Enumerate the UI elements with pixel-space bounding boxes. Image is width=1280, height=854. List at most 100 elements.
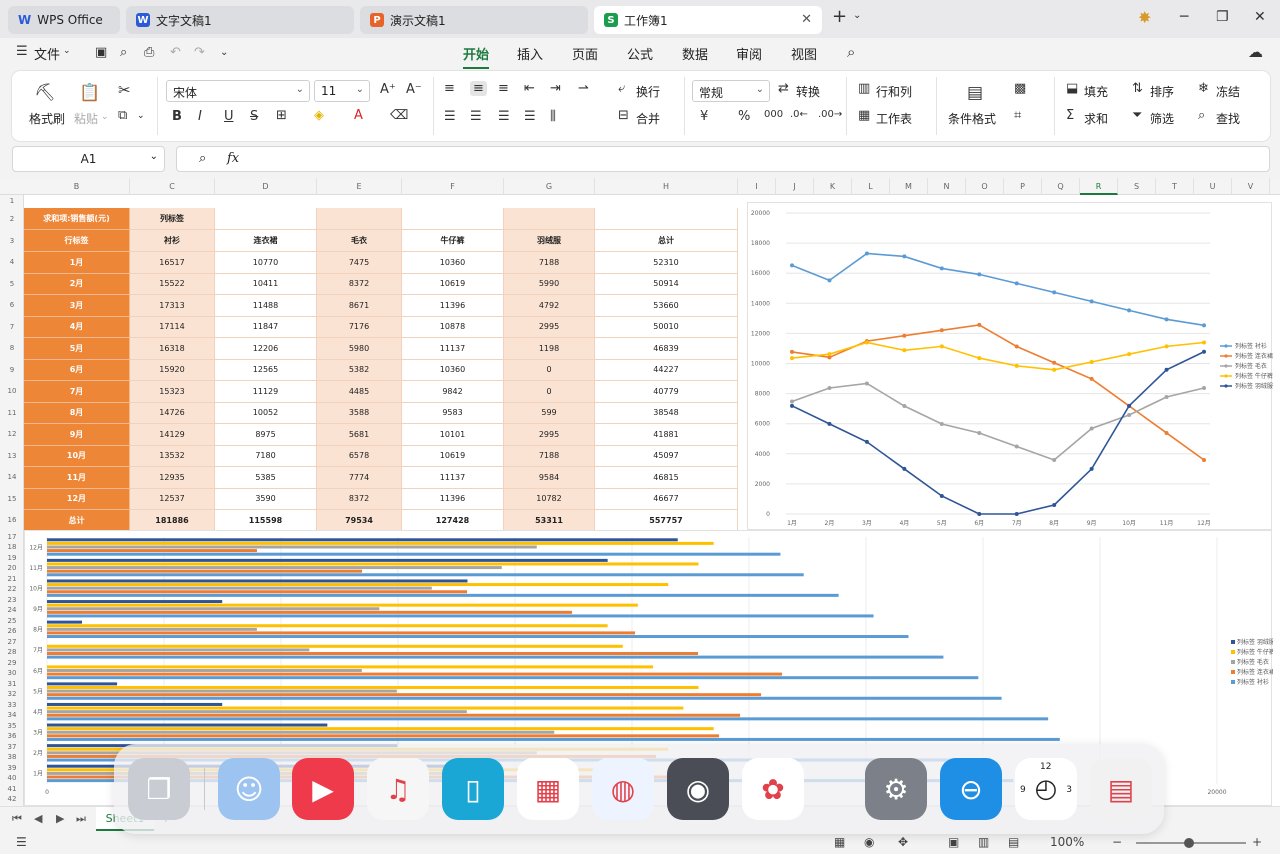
pivot-value-cell[interactable]: 3588 [317,402,402,424]
merge-cells-button[interactable]: 合并 [636,110,660,127]
first-sheet-icon[interactable]: ⏮ [12,812,22,826]
series-line[interactable] [791,382,1205,461]
pivot-row-header[interactable]: 9月 [24,424,130,446]
column-header-v[interactable]: V [1232,178,1270,195]
pivot-value-cell[interactable]: 12206 [215,338,317,360]
row-header[interactable]: 36 [0,731,24,742]
font-name-select[interactable]: 宋体 ⌄ [166,80,310,102]
pivot-empty-cell[interactable] [317,208,402,230]
underline-icon[interactable]: U [224,109,234,124]
bar[interactable] [47,652,699,656]
row-header[interactable]: 14 [0,467,24,489]
decrease-font-icon[interactable]: A⁻ [406,82,422,97]
pivot-row-header[interactable]: 12月 [24,488,130,510]
data-point[interactable] [939,266,944,271]
row-header[interactable]: 5 [0,274,24,296]
align-center-icon[interactable]: ☰ [470,109,482,124]
dock-app-folder[interactable]: ▤ [1090,758,1152,820]
pivot-value-cell[interactable]: 17313 [130,295,215,317]
data-point[interactable] [827,352,832,357]
column-header-i[interactable]: I [738,178,776,195]
row-header[interactable]: 40 [0,773,24,784]
pivot-value-cell[interactable]: 15522 [130,273,215,295]
data-point[interactable] [790,399,794,404]
sort-button[interactable]: 排序 [1150,83,1174,100]
column-header-n[interactable]: N [928,178,966,195]
pivot-value-cell[interactable]: 11396 [402,295,504,317]
bar[interactable] [47,549,258,553]
line-chart[interactable]: 0 2000 4000 6000 8000 10000 12000 14000 16000 180… [747,202,1273,530]
freeze-icon[interactable]: ❄ [1198,81,1209,96]
zoom-slider[interactable] [1136,838,1246,848]
column-header-f[interactable]: F [402,178,504,195]
pivot-row-header[interactable]: 10月 [24,445,130,467]
bar[interactable] [47,541,714,545]
name-box[interactable]: A1 ⌄ [12,146,165,172]
data-point[interactable] [902,404,907,409]
fx-icon[interactable]: fx [227,151,239,166]
wrap-text-icon[interactable]: ⤶ [618,81,625,96]
align-bottom-icon[interactable]: ≡ [498,81,509,96]
increase-decimal-icon[interactable]: .0← [790,109,808,120]
next-sheet-icon[interactable]: ▶ [56,812,64,825]
pivot-value-cell[interactable]: 11129 [215,381,317,403]
bar[interactable] [47,558,608,562]
row-header[interactable]: 30 [0,668,24,679]
pivot-total-cell[interactable]: 115598 [215,510,317,532]
pivot-row-header[interactable]: 6月 [24,359,130,381]
pivot-value-cell[interactable]: 44227 [595,359,738,381]
row-header[interactable]: 7 [0,317,24,339]
column-header-r[interactable]: R [1080,178,1118,195]
zoom-out-icon[interactable]: − [1112,835,1122,849]
data-point[interactable] [1052,360,1057,365]
pivot-value-cell[interactable]: 2995 [504,424,595,446]
sort-icon[interactable]: ⇅ [1132,81,1143,96]
data-point[interactable] [1202,323,1206,328]
row-header[interactable]: 42 [0,794,24,805]
column-header-g[interactable]: G [504,178,595,195]
data-point[interactable] [902,254,907,259]
pivot-value-cell[interactable]: 5980 [317,338,402,360]
pivot-value-cell[interactable]: 14129 [130,424,215,446]
print-icon[interactable]: ⎙ [144,45,154,60]
series-line[interactable] [791,351,1205,515]
dock-app-link[interactable]: ⊖ [940,758,1002,820]
bar[interactable] [47,603,638,607]
pivot-value-cell[interactable]: 10619 [402,273,504,295]
data-point[interactable] [864,439,869,444]
distribute-icon[interactable]: ⫼ [550,109,556,124]
pivot-value-cell[interactable]: 7475 [317,252,402,274]
dock-app-books[interactable]: ▯ [442,758,504,820]
account-avatar-icon[interactable]: ✸ [1138,8,1151,27]
tab-presentation-doc[interactable]: P 演示文稿1 [360,6,588,34]
pivot-row-header[interactable]: 7月 [24,381,130,403]
dock-app-music[interactable]: ♫ [367,758,429,820]
convert-icon[interactable]: ⇄ [778,81,789,96]
dock-app-calendar[interactable]: ▦ [517,758,579,820]
pivot-value-cell[interactable]: 46839 [595,338,738,360]
column-header-b[interactable]: B [24,178,130,195]
bar[interactable] [47,552,781,556]
tab-writer-doc[interactable]: W 文字文稿1 [126,6,354,34]
row-header[interactable]: 24 [0,605,24,616]
row-column-icon[interactable]: ▥ [858,81,870,96]
pivot-value-cell[interactable]: 8671 [317,295,402,317]
bar[interactable] [47,569,363,573]
data-point[interactable] [1014,444,1019,449]
tab-wps-office[interactable]: W WPS Office [8,6,120,34]
column-header-m[interactable]: M [890,178,928,195]
menu-formula[interactable]: 公式 [627,44,653,63]
bar[interactable] [47,620,83,624]
bar[interactable] [47,668,362,672]
row-header[interactable]: 26 [0,626,24,637]
bar[interactable] [47,706,684,710]
dock-app-assistant[interactable]: ☺ [218,758,280,820]
bar[interactable] [47,665,654,669]
pivot-value-cell[interactable]: 10782 [504,488,595,510]
menu-view[interactable]: 视图 [791,44,817,63]
pivot-empty-cell[interactable] [504,208,595,230]
menu-home[interactable]: 开始 [463,44,490,69]
row-header[interactable]: 41 [0,784,24,795]
view-mode-icon[interactable]: ✥ [898,835,908,849]
data-point[interactable] [1089,376,1094,381]
